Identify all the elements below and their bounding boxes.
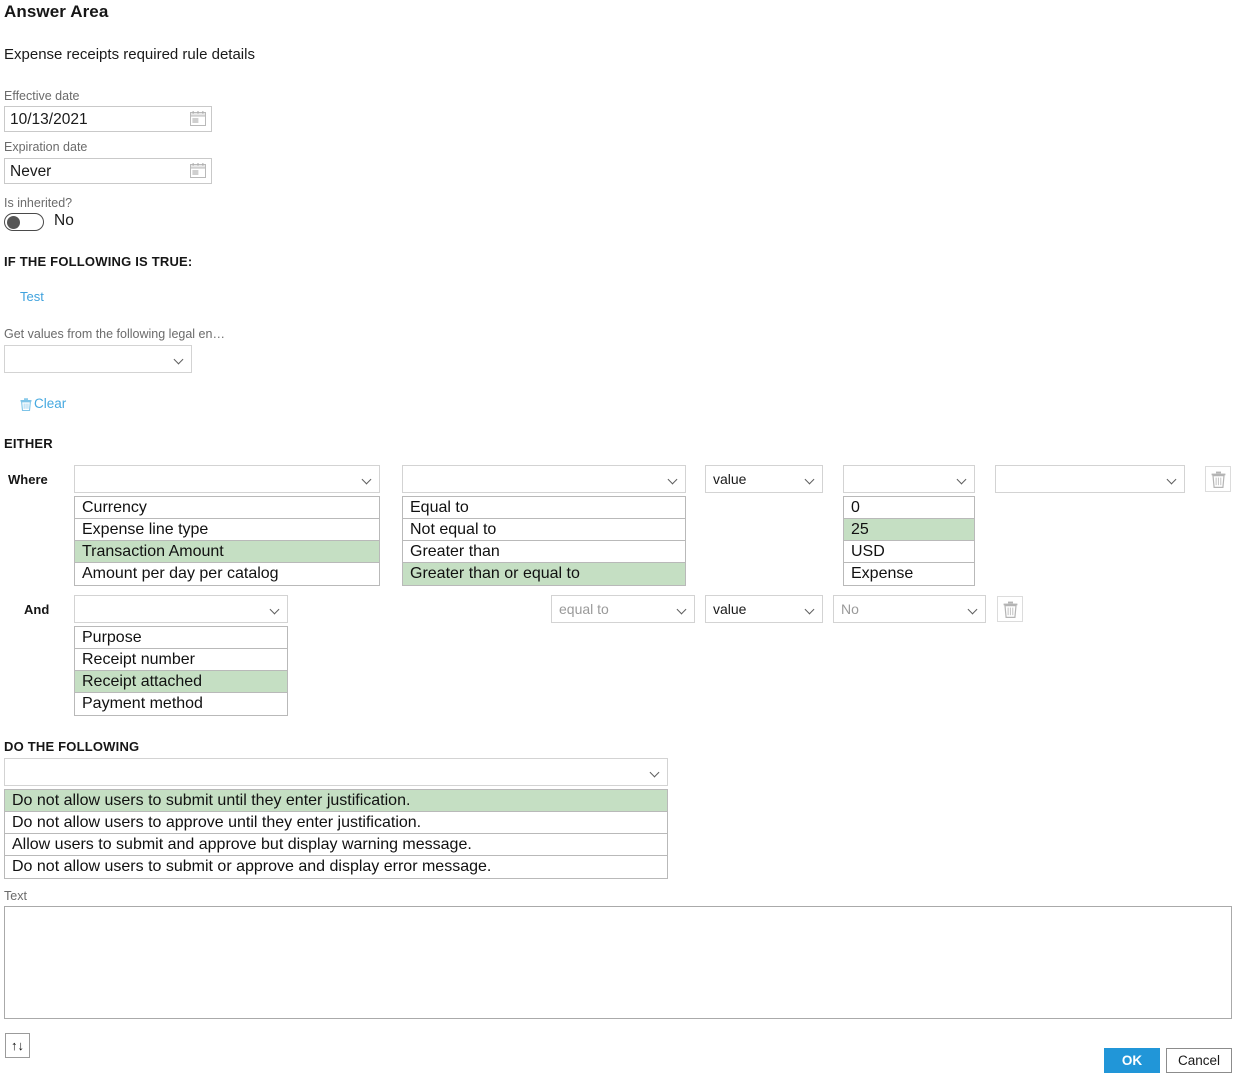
calendar-icon[interactable] [190, 163, 206, 178]
list-item[interactable]: Currency [75, 497, 379, 519]
chevron-down-icon [806, 476, 815, 482]
clear-label[interactable]: Clear [34, 396, 66, 411]
and-row-delete-button[interactable] [997, 596, 1023, 622]
chevron-down-icon [958, 476, 967, 482]
list-item[interactable]: Do not allow users to submit or approve … [5, 856, 667, 878]
list-item[interactable]: 25 [844, 519, 974, 541]
chevron-down-icon [651, 769, 660, 775]
list-item[interactable]: 0 [844, 497, 974, 519]
list-item[interactable]: Not equal to [403, 519, 685, 541]
list-item[interactable]: Do not allow users to submit until they … [5, 790, 667, 812]
expiration-date-field[interactable]: Never [4, 158, 212, 184]
conditions-heading: IF THE FOLLOWING IS TRUE: [4, 254, 193, 269]
toggle-knob [7, 216, 20, 229]
list-item[interactable]: Equal to [403, 497, 685, 519]
and-amount-select[interactable]: No [833, 595, 986, 623]
list-item[interactable]: Greater than or equal to [403, 563, 685, 585]
chevron-down-icon [669, 476, 678, 482]
action-option-list[interactable]: Do not allow users to submit until they … [4, 789, 668, 879]
expiration-date-label: Expiration date [4, 140, 88, 154]
and-operator-select[interactable]: equal to [551, 595, 695, 623]
list-item[interactable]: Allow users to submit and approve but di… [5, 834, 667, 856]
list-item[interactable]: Receipt attached [75, 671, 287, 693]
where-operator-select[interactable] [402, 465, 686, 493]
chevron-down-icon [969, 606, 978, 612]
is-inherited-toggle[interactable] [4, 213, 44, 231]
list-item[interactable]: Payment method [75, 693, 287, 715]
sort-updown-icon: ↑↓ [11, 1038, 24, 1053]
list-item[interactable]: Expense [844, 563, 974, 585]
actions-heading: DO THE FOLLOWING [4, 739, 140, 754]
chevron-down-icon [271, 606, 280, 612]
list-item[interactable]: Expense line type [75, 519, 379, 541]
where-row-label: Where [8, 472, 48, 487]
where-field-option-list[interactable]: Currency Expense line type Transaction Amo… [74, 496, 380, 586]
page-title: Answer Area [4, 2, 109, 21]
text-field-input[interactable] [4, 906, 1232, 1019]
chevron-down-icon [806, 606, 815, 612]
chevron-down-icon [363, 476, 372, 482]
either-heading: EITHER [4, 436, 53, 451]
expiration-date-input[interactable]: Never [4, 158, 212, 184]
effective-date-field[interactable]: 10/13/2021 [4, 106, 212, 132]
trash-icon[interactable] [20, 398, 32, 411]
chevron-down-icon [1168, 476, 1177, 482]
where-field-select[interactable] [74, 465, 380, 493]
and-comparison-type-select[interactable]: value [705, 595, 823, 623]
sort-updown-button[interactable]: ↑↓ [5, 1033, 30, 1058]
cancel-button[interactable]: Cancel [1166, 1048, 1232, 1073]
list-item[interactable]: Greater than [403, 541, 685, 563]
ok-button[interactable]: OK [1104, 1048, 1160, 1073]
where-comparison-type-select[interactable]: value [705, 465, 823, 493]
list-item[interactable]: Purpose [75, 627, 287, 649]
legal-entity-select[interactable] [4, 345, 192, 373]
list-item[interactable]: Receipt number [75, 649, 287, 671]
trash-icon [1211, 471, 1226, 488]
page-subtitle: Expense receipts required rule details [4, 46, 255, 63]
and-field-select[interactable] [74, 595, 288, 623]
effective-date-input[interactable]: 10/13/2021 [4, 106, 212, 132]
list-item[interactable]: Amount per day per catalog [75, 563, 379, 585]
chevron-down-icon [175, 356, 184, 362]
text-field-label: Text [4, 889, 27, 903]
list-item[interactable]: Do not allow users to approve until they… [5, 812, 667, 834]
effective-date-label: Effective date [4, 89, 80, 103]
where-operator-option-list[interactable]: Equal to Not equal to Greater than Greater … [402, 496, 686, 586]
where-extra-select[interactable] [995, 465, 1185, 493]
where-amount-option-list[interactable]: 0 25 USD Expense [843, 496, 975, 586]
list-item[interactable]: USD [844, 541, 974, 563]
calendar-icon[interactable] [190, 111, 206, 126]
and-field-option-list[interactable]: Purpose Receipt number Receipt attached Pay… [74, 626, 288, 716]
is-inherited-label: Is inherited? [4, 196, 73, 210]
chevron-down-icon [678, 606, 687, 612]
legal-entity-label: Get values from the following legal en… [4, 327, 225, 341]
and-row-label: And [24, 602, 50, 617]
list-item[interactable]: Transaction Amount [75, 541, 379, 563]
is-inherited-value: No [54, 212, 74, 229]
trash-icon [1003, 601, 1018, 618]
test-link[interactable]: Test [20, 289, 44, 304]
action-select[interactable] [4, 758, 668, 786]
where-amount-select[interactable] [843, 465, 975, 493]
where-row-delete-button[interactable] [1205, 466, 1231, 492]
